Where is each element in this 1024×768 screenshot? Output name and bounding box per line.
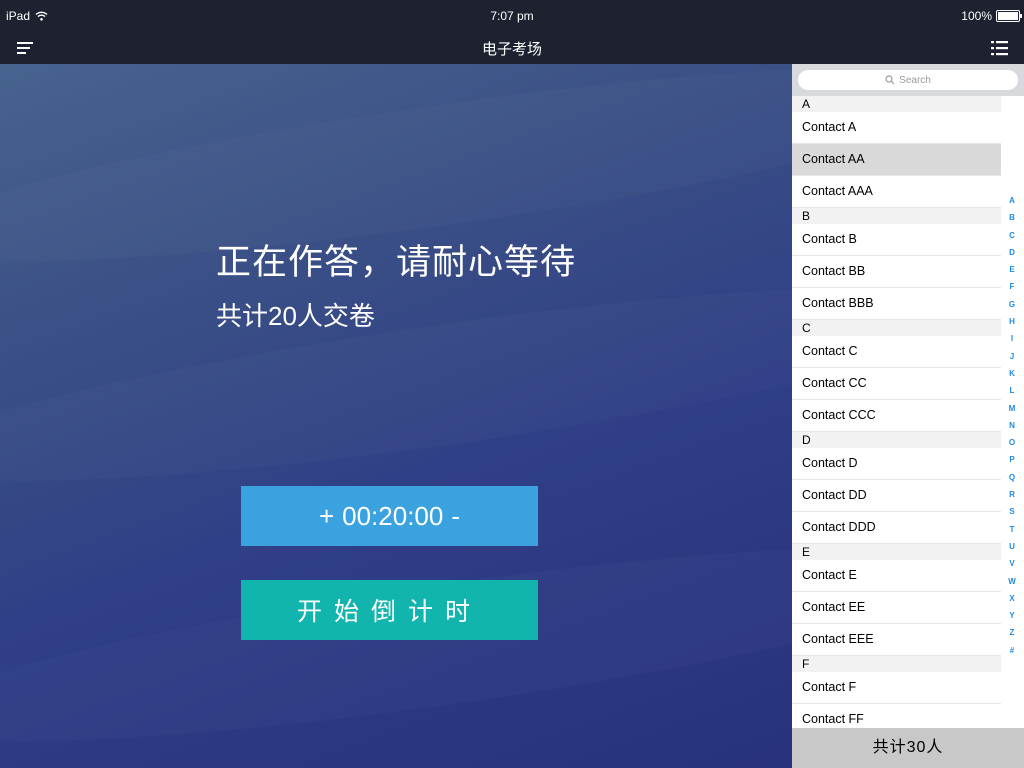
search-icon (885, 75, 895, 85)
page-title: 电子考场 (481, 41, 542, 58)
section-header: D (792, 432, 1001, 448)
contact-row[interactable]: Contact AAA (792, 176, 1001, 208)
section-header: E (792, 544, 1001, 560)
start-countdown-button[interactable]: 开始倒计时 (241, 580, 538, 640)
index-letter[interactable]: N (1006, 421, 1018, 438)
index-letter[interactable]: Q (1006, 473, 1018, 490)
index-letter[interactable]: H (1006, 317, 1018, 334)
timer-value: 00:20:00 (342, 500, 444, 531)
index-letter[interactable]: # (1006, 646, 1018, 663)
section-header: F (792, 656, 1001, 672)
search-input[interactable]: Search (798, 70, 1018, 90)
index-letter[interactable]: S (1006, 507, 1018, 524)
contact-row[interactable]: Contact D (792, 448, 1001, 480)
index-letter[interactable]: P (1006, 455, 1018, 472)
list-icon (991, 41, 1008, 56)
contact-row[interactable]: Contact AA (792, 144, 1001, 176)
index-letter[interactable]: A (1006, 196, 1018, 213)
section-header: C (792, 320, 1001, 336)
timer-adjust-button[interactable]: + 00:20:00 - (241, 486, 538, 546)
index-letter[interactable]: X (1006, 594, 1018, 611)
index-letter[interactable]: U (1006, 542, 1018, 559)
index-letter[interactable]: F (1006, 282, 1018, 299)
total-count-footer: 共计30人 (792, 728, 1024, 768)
contact-row[interactable]: Contact B (792, 224, 1001, 256)
index-letter[interactable]: L (1006, 386, 1018, 403)
contact-row[interactable]: Contact FF (792, 704, 1001, 728)
battery-percent: 100% (961, 9, 992, 23)
status-heading: 正在作答，请耐心等待 (216, 243, 577, 282)
index-letter[interactable]: D (1006, 248, 1018, 265)
index-letter[interactable]: Z (1006, 628, 1018, 645)
index-letter[interactable]: I (1006, 334, 1018, 351)
section-header: B (792, 208, 1001, 224)
battery-icon (996, 10, 1022, 22)
submission-count: 共计20人交卷 (216, 301, 375, 331)
exam-main-area: 正在作答，请耐心等待 共计20人交卷 + 00:20:00 - 开始倒计时 (0, 64, 792, 768)
contact-row[interactable]: Contact BBB (792, 288, 1001, 320)
index-letter[interactable]: M (1006, 404, 1018, 421)
timer-increase[interactable]: + (319, 501, 334, 532)
contact-row[interactable]: Contact CC (792, 368, 1001, 400)
contact-panel: Search A Contact A Contact AA Contact AAA B C… (792, 64, 1024, 768)
list-button[interactable] (988, 38, 1012, 58)
contact-row[interactable]: Contact DDD (792, 512, 1001, 544)
nav-bar: 电子考场 (0, 32, 1024, 64)
contact-row[interactable]: Contact EEE (792, 624, 1001, 656)
section-index[interactable]: A B C D E F G H I J K L M N O P Q R S T U V W X Y Z # (1006, 196, 1018, 663)
status-bar: iPad 7:07 pm 100% (0, 0, 1024, 32)
index-letter[interactable]: K (1006, 369, 1018, 386)
index-letter[interactable]: B (1006, 213, 1018, 230)
index-letter[interactable]: Y (1006, 611, 1018, 628)
index-letter[interactable]: T (1006, 525, 1018, 542)
contact-row[interactable]: Contact E (792, 560, 1001, 592)
index-letter[interactable]: R (1006, 490, 1018, 507)
contact-list[interactable]: A Contact A Contact AA Contact AAA B Contact … (792, 96, 1001, 728)
contact-row[interactable]: Contact CCC (792, 400, 1001, 432)
contact-row[interactable]: Contact A (792, 112, 1001, 144)
contact-row[interactable]: Contact BB (792, 256, 1001, 288)
index-letter[interactable]: G (1006, 300, 1018, 317)
timer-decrease[interactable]: - (451, 501, 460, 532)
index-letter[interactable]: O (1006, 438, 1018, 455)
status-time: 7:07 pm (490, 9, 534, 23)
contact-row[interactable]: Contact F (792, 672, 1001, 704)
index-letter[interactable]: E (1006, 265, 1018, 282)
battery-status: 100% (961, 9, 1022, 23)
index-letter[interactable]: C (1006, 231, 1018, 248)
index-letter[interactable]: J (1006, 352, 1018, 369)
index-letter[interactable]: V (1006, 559, 1018, 576)
search-bar: Search (792, 64, 1024, 96)
section-header: A (792, 96, 1001, 112)
contact-row[interactable]: Contact C (792, 336, 1001, 368)
contact-row[interactable]: Contact EE (792, 592, 1001, 624)
contact-row[interactable]: Contact DD (792, 480, 1001, 512)
background-wave (0, 248, 792, 520)
index-letter[interactable]: W (1006, 577, 1018, 594)
search-placeholder: Search (899, 74, 931, 86)
